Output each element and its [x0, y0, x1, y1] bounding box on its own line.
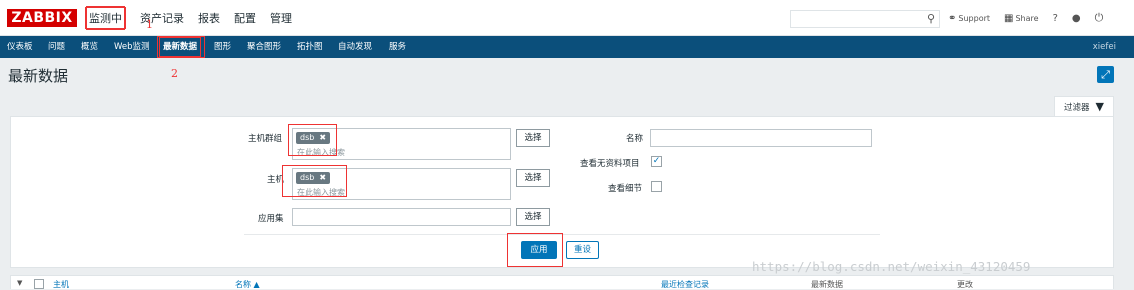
annotation-box-4: [282, 165, 347, 197]
sub-menu-graphs[interactable]: 图形: [214, 36, 231, 58]
support-label: Support: [958, 13, 991, 23]
show-items-without-data-label: 查看无资料项目: [580, 159, 640, 169]
header-icons: ⚭ Support ▦ Share ? ● ⏻: [948, 0, 1117, 36]
share-icon: ▦: [1004, 12, 1014, 24]
host-select-button[interactable]: 选择: [516, 169, 550, 187]
support-link[interactable]: ⚭ Support: [948, 13, 990, 24]
funnel-icon: ▼: [1095, 100, 1104, 113]
sub-menu-web[interactable]: Web监测: [114, 36, 150, 58]
top-bar: ZABBIX 监测中 资产记录 报表 配置 管理 ⚲ ⚭ Support ▦ Sha…: [0, 0, 1134, 36]
host-group-label: 主机群组: [248, 134, 283, 144]
page-title: 最新数据: [8, 67, 69, 85]
annotation-box-1: [86, 6, 125, 30]
show-details-label: 查看细节: [608, 184, 643, 194]
filter-tab-label: 过滤器: [1064, 102, 1090, 113]
expand-icon: ⤢: [1101, 68, 1110, 81]
check-icon: ✓: [652, 156, 661, 166]
share-label: Share: [1015, 13, 1039, 23]
sub-menu-overview[interactable]: 概览: [81, 36, 98, 58]
sub-menu-maps[interactable]: 拓扑图: [297, 36, 323, 58]
show-items-without-data-checkbox[interactable]: ✓: [651, 156, 662, 167]
name-input[interactable]: [650, 129, 872, 147]
annotation-2: 2: [171, 67, 178, 80]
zabbix-logo[interactable]: ZABBIX: [7, 9, 77, 27]
filter-tab[interactable]: 过滤器 ▼: [1054, 96, 1114, 116]
sign-out-icon[interactable]: ⏻: [1095, 11, 1104, 25]
column-name[interactable]: 名称 ▲: [235, 279, 260, 290]
fullscreen-button[interactable]: ⤢: [1097, 66, 1114, 83]
share-link[interactable]: ▦ Share: [1004, 13, 1039, 24]
headset-icon: ⚭: [948, 12, 957, 24]
annotation-1: 1: [146, 18, 153, 31]
application-input[interactable]: [292, 208, 511, 226]
search-input[interactable]: ⚲: [790, 10, 940, 28]
name-label: 名称: [626, 134, 644, 144]
watermark: https://blog.csdn.net/weixin_43120459: [752, 259, 1031, 274]
reset-button[interactable]: 重设: [566, 241, 599, 259]
main-menu-reports[interactable]: 报表: [198, 10, 220, 26]
sub-menu-dashboard[interactable]: 仪表板: [7, 36, 33, 58]
column-change: 更改: [957, 280, 973, 289]
expand-all-icon[interactable]: ▼: [17, 279, 22, 287]
application-label: 应用集: [258, 214, 284, 224]
show-details-checkbox[interactable]: [651, 181, 662, 192]
user-profile-icon[interactable]: ●: [1072, 13, 1081, 24]
main-menu-configuration[interactable]: 配置: [234, 10, 256, 26]
current-user: xiefei: [1092, 42, 1116, 52]
column-last-check[interactable]: 最近检查记录: [661, 279, 709, 290]
sub-menu-problems[interactable]: 问题: [48, 36, 65, 58]
select-all-checkbox[interactable]: [34, 279, 44, 289]
sub-menu-services[interactable]: 服务: [389, 36, 406, 58]
host-group-select-button[interactable]: 选择: [516, 129, 550, 147]
sub-menu-screens[interactable]: 聚合图形: [247, 36, 281, 58]
main-menu-administration[interactable]: 管理: [270, 10, 292, 26]
sub-menu-discovery[interactable]: 自动发现: [338, 36, 372, 58]
help-icon[interactable]: ?: [1053, 13, 1058, 24]
annotation-box-3: [288, 124, 337, 156]
annotation-box-2: [157, 36, 205, 58]
search-icon[interactable]: ⚲: [927, 12, 935, 25]
column-host[interactable]: 主机: [53, 279, 69, 290]
annotation-box-apply: [507, 233, 563, 267]
column-last-value: 最新数据: [811, 280, 843, 289]
application-select-button[interactable]: 选择: [516, 208, 550, 226]
